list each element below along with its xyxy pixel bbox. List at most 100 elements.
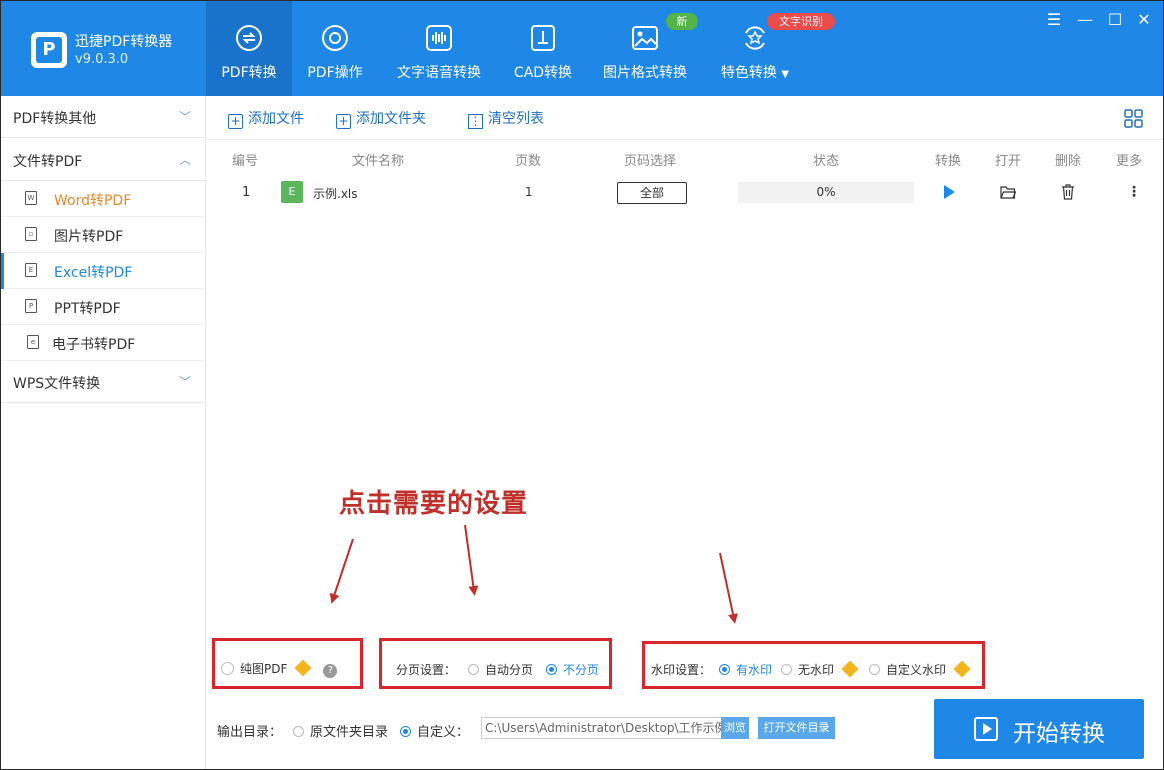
sidebar-item-label: PPT转PDF	[54, 298, 121, 318]
sidebar-item-ppt-to-pdf[interactable]: P PPT转PDF	[1, 289, 205, 325]
section-label: PDF转换其他	[13, 108, 96, 128]
browse-button[interactable]: 浏览	[721, 717, 749, 739]
no-watermark-option[interactable]: 无水印	[781, 661, 856, 678]
start-convert-label: 开始转换	[1013, 714, 1105, 748]
add-file-button[interactable]: +添加文件	[228, 108, 304, 128]
col-header-page-select: 页码选择	[624, 150, 676, 169]
dropdown-arrow-icon: ▼	[781, 69, 789, 80]
pure-pdf-checkbox[interactable]	[221, 662, 234, 675]
menu-icon[interactable]: ☰	[1043, 9, 1065, 31]
no-paginate-radio[interactable]	[546, 664, 557, 675]
col-header-index: 编号	[232, 150, 258, 169]
custom-watermark-radio[interactable]	[869, 664, 880, 675]
with-watermark-label: 有水印	[736, 663, 772, 677]
special-icon	[740, 23, 770, 53]
original-folder-radio[interactable]	[293, 726, 304, 737]
tab-text-voice[interactable]: 文字语音转换	[387, 1, 491, 96]
tab-pdf-operation[interactable]: PDF操作	[292, 1, 378, 96]
with-watermark-option[interactable]: 有水印	[719, 661, 772, 678]
col-header-convert: 转换	[935, 150, 961, 169]
logo-letter: P	[36, 37, 62, 63]
row-index: 1	[242, 185, 250, 200]
with-watermark-radio[interactable]	[719, 664, 730, 675]
add-folder-icon: +	[336, 114, 351, 129]
pure-image-pdf-option[interactable]: 纯图PDF?	[221, 660, 337, 678]
word-file-icon: W	[25, 191, 37, 205]
page-select-button[interactable]: 全部	[617, 182, 687, 204]
arrow-to-pure-pdf	[333, 539, 353, 599]
grid-view-icon[interactable]	[1124, 109, 1143, 128]
pdf-convert-icon	[234, 23, 264, 53]
trash-icon: ⋮	[468, 114, 483, 129]
row-pages: 1	[525, 185, 533, 199]
col-header-more: 更多	[1116, 150, 1142, 169]
chevron-down-icon: ﹀	[179, 373, 191, 390]
tab-label: PDF操作	[292, 62, 378, 82]
tab-label: 特色转换 ▼	[705, 62, 805, 82]
sidebar-section-wps[interactable]: WPS文件转换 ﹀	[1, 361, 205, 403]
col-header-open: 打开	[995, 150, 1021, 169]
tab-pdf-convert[interactable]: PDF转换	[206, 1, 292, 96]
ocr-badge[interactable]: 文字识别	[767, 13, 835, 30]
app-version: v9.0.3.0	[75, 52, 128, 67]
clear-list-button[interactable]: ⋮ 清空列表	[468, 108, 544, 128]
vip-diamond-icon	[954, 661, 971, 678]
folder-open-icon[interactable]	[1000, 185, 1016, 199]
no-watermark-radio[interactable]	[781, 664, 792, 675]
sidebar-item-ebook-to-pdf[interactable]: e 电子书转PDF	[1, 325, 205, 361]
start-convert-button[interactable]: 开始转换	[934, 699, 1144, 759]
sidebar-section-pdf-to-other[interactable]: PDF转换其他 ﹀	[1, 96, 205, 138]
custom-folder-option[interactable]: 自定义：	[400, 721, 469, 740]
open-directory-button[interactable]: 打开文件目录	[758, 717, 835, 739]
custom-folder-radio[interactable]	[400, 726, 411, 737]
sidebar-item-word-to-pdf[interactable]: W Word转PDF	[1, 181, 205, 217]
original-folder-label: 原文件夹目录	[310, 725, 388, 740]
help-icon[interactable]: ?	[323, 664, 337, 678]
title-bar: P 迅捷PDF转换器 v9.0.3.0 PDF转换 PDF操作 文字语音转换 C…	[1, 1, 1163, 96]
image-icon	[630, 23, 660, 53]
sidebar-item-image-to-pdf[interactable]: ▫ 图片转PDF	[1, 217, 205, 253]
more-icon[interactable]: ⋮	[1127, 184, 1141, 200]
tab-label: PDF转换	[206, 62, 292, 82]
annotation-text: 点击需要的设置	[339, 483, 528, 520]
voice-wave-icon	[424, 23, 454, 53]
tab-label: CAD转换	[501, 62, 585, 82]
original-folder-option[interactable]: 原文件夹目录	[293, 721, 388, 740]
sidebar-item-label: Excel转PDF	[54, 262, 132, 282]
add-folder-button[interactable]: + 添加文件夹	[336, 108, 426, 128]
app-name: 迅捷PDF转换器	[75, 31, 172, 51]
maximize-icon[interactable]: ☐	[1104, 9, 1126, 31]
close-icon[interactable]: ✕	[1133, 9, 1155, 31]
auto-paginate-radio[interactable]	[468, 664, 479, 675]
sidebar: PDF转换其他 ﹀ 文件转PDF ︿ W Word转PDF ▫ 图片转PDF E…	[1, 96, 206, 769]
cad-icon	[528, 23, 558, 53]
auto-paginate-option[interactable]: 自动分页	[468, 661, 533, 678]
app-logo: P	[31, 32, 67, 68]
excel-file-icon: E	[281, 181, 303, 203]
image-file-icon: ▫	[25, 227, 37, 241]
sidebar-item-excel-to-pdf[interactable]: E Excel转PDF	[1, 253, 205, 289]
play-icon[interactable]	[941, 184, 957, 200]
tab-label: 文字语音转换	[387, 62, 491, 82]
clear-list-label: 清空列表	[488, 111, 544, 127]
tab-cad[interactable]: CAD转换	[501, 1, 585, 96]
col-header-pages: 页数	[515, 150, 541, 169]
custom-watermark-option[interactable]: 自定义水印	[869, 661, 968, 678]
sidebar-section-file-to-pdf[interactable]: 文件转PDF ︿	[1, 139, 205, 181]
col-header-status: 状态	[813, 150, 839, 169]
arrow-to-watermark	[720, 553, 734, 619]
output-path-input[interactable]: C:\Users\Administrator\Desktop\工作示例	[481, 717, 723, 739]
sidebar-item-label: Word转PDF	[54, 190, 131, 210]
vip-diamond-icon	[295, 660, 312, 677]
no-paginate-option[interactable]: 不分页	[546, 661, 599, 678]
col-header-delete: 删除	[1055, 150, 1081, 169]
no-paginate-label: 不分页	[563, 663, 599, 677]
output-dir-label: 输出目录：	[217, 721, 282, 740]
new-badge: 新	[666, 13, 698, 30]
col-header-filename: 文件名称	[352, 150, 404, 169]
pure-pdf-label: 纯图PDF	[240, 662, 287, 676]
delete-icon[interactable]	[1061, 184, 1075, 200]
chevron-up-icon: ︿	[179, 151, 191, 168]
add-folder-label: 添加文件夹	[356, 111, 426, 127]
minimize-icon[interactable]: —	[1074, 9, 1096, 31]
